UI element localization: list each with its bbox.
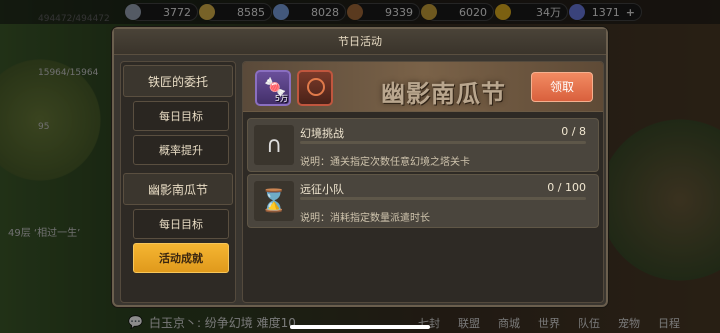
task-name: 幻境挑战 bbox=[300, 127, 344, 140]
task-progress: 0 / 8 bbox=[561, 125, 586, 138]
reward-item-necklace[interactable] bbox=[297, 70, 333, 106]
nav-group-blacksmith[interactable]: 铁匠的委托 bbox=[123, 65, 233, 97]
festival-event-dialog: 节日活动 铁匠的委托 每日目标 概率提升 幽影南瓜节 每日目标 活动成就 幽影南… bbox=[112, 27, 608, 307]
event-banner: 幽影南瓜节 🍬 5万 领取 bbox=[243, 62, 603, 112]
nav-item-daily-goals-2[interactable]: 每日目标 bbox=[133, 209, 229, 239]
nav-item-rate-up[interactable]: 概率提升 bbox=[133, 135, 229, 165]
dialog-title: 节日活动 bbox=[114, 29, 606, 55]
task-row: ⌛ 远征小队 0 / 100 说明：消耗指定数量派遣时长 bbox=[247, 174, 599, 228]
claim-button[interactable]: 领取 bbox=[531, 72, 593, 102]
necklace-icon bbox=[307, 78, 325, 96]
banner-title: 幽影南瓜节 bbox=[381, 80, 506, 108]
event-content: 幽影南瓜节 🍬 5万 领取 ∩ 幻境挑战 0 / 8 说明：通关指定次数任意幻境… bbox=[242, 61, 604, 303]
reward-item-candy[interactable]: 🍬 5万 bbox=[255, 70, 291, 106]
event-nav: 铁匠的委托 每日目标 概率提升 幽影南瓜节 每日目标 活动成就 bbox=[120, 61, 236, 303]
task-description: 说明：通关指定次数任意幻境之塔关卡 bbox=[300, 157, 470, 168]
task-name: 远征小队 bbox=[300, 183, 344, 196]
hourglass-icon: ⌛ bbox=[254, 181, 294, 221]
task-progress: 0 / 100 bbox=[547, 181, 586, 194]
home-indicator bbox=[290, 325, 430, 329]
nav-item-daily-goals-1[interactable]: 每日目标 bbox=[133, 101, 229, 131]
task-progress-bar bbox=[300, 197, 586, 200]
task-row: ∩ 幻境挑战 0 / 8 说明：通关指定次数任意幻境之塔关卡 bbox=[247, 118, 599, 172]
task-description: 说明：消耗指定数量派遣时长 bbox=[300, 213, 430, 224]
task-progress-bar bbox=[300, 141, 586, 144]
reward-quantity: 5万 bbox=[274, 94, 288, 103]
nav-group-pumpkin[interactable]: 幽影南瓜节 bbox=[123, 173, 233, 205]
horseshoe-icon: ∩ bbox=[254, 125, 294, 165]
nav-item-achievements[interactable]: 活动成就 bbox=[133, 243, 229, 273]
